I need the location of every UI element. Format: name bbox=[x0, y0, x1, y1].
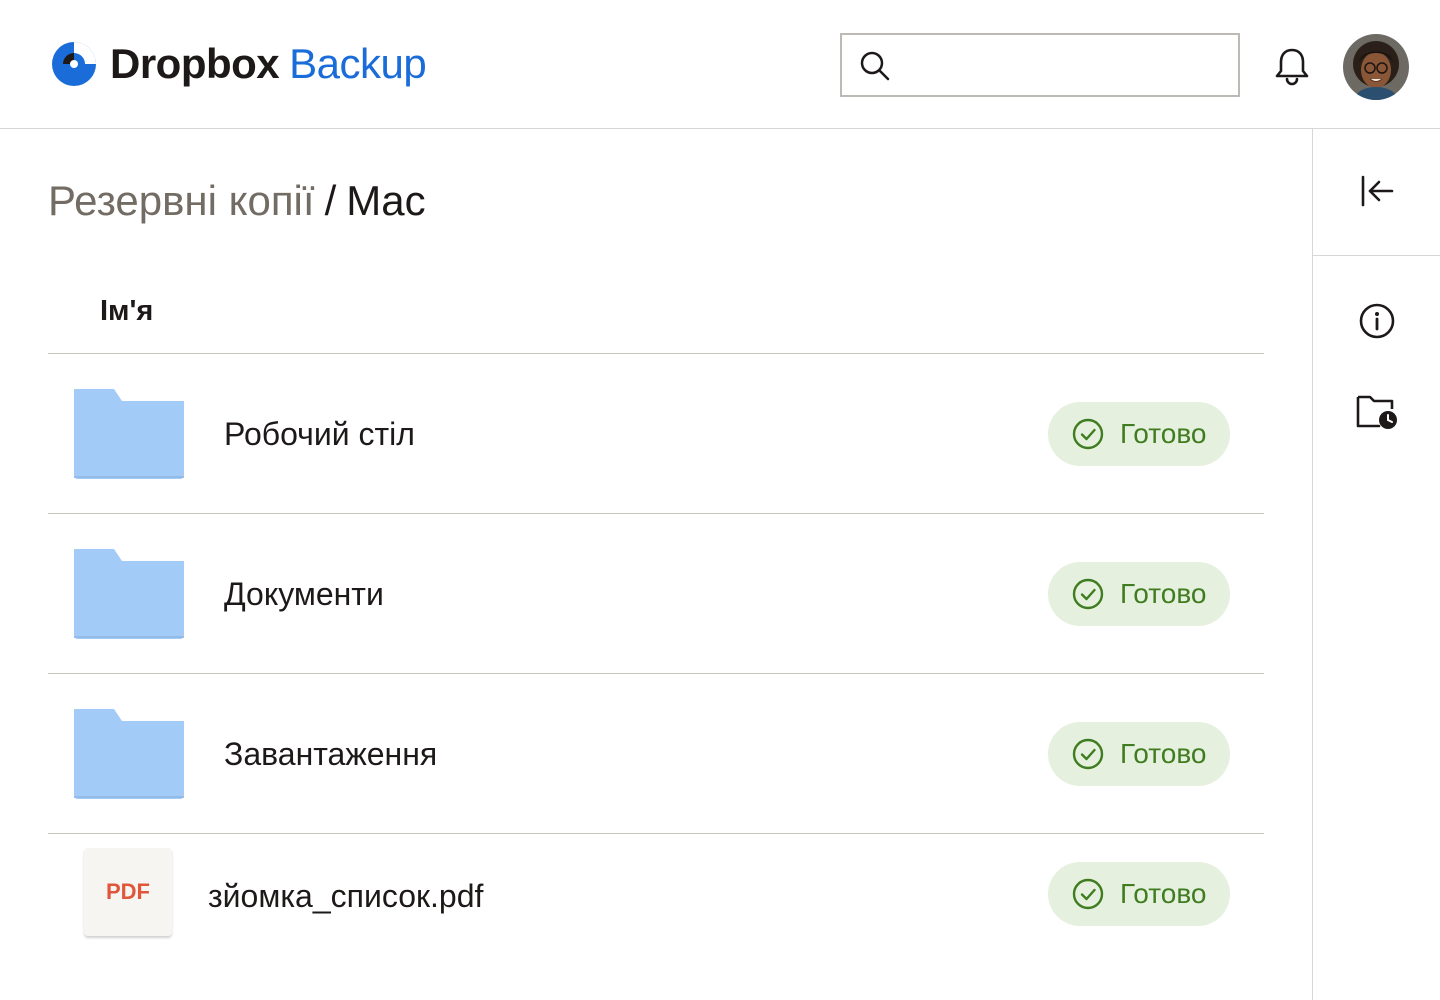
user-avatar[interactable] bbox=[1343, 34, 1409, 100]
check-circle-icon bbox=[1072, 878, 1104, 910]
list-item[interactable]: Документи Готово bbox=[48, 513, 1264, 673]
status-label: Готово bbox=[1120, 418, 1207, 449]
pdf-file-icon: PDF bbox=[84, 848, 172, 936]
list-item[interactable]: Завантаження Готово bbox=[48, 673, 1264, 833]
file-list: Робочий стіл Готово Документи Готово Зав… bbox=[48, 353, 1264, 993]
item-name[interactable]: Робочий стіл bbox=[224, 414, 415, 454]
status-badge: Готово bbox=[1048, 402, 1230, 466]
status-badge: Готово bbox=[1048, 562, 1230, 626]
folder-icon bbox=[74, 389, 184, 479]
logo-wordmark: Dropbox Backup bbox=[110, 40, 427, 88]
side-panel bbox=[1312, 129, 1440, 1000]
brand-name: Dropbox bbox=[110, 40, 280, 87]
check-circle-icon bbox=[1072, 418, 1104, 450]
status-label: Готово bbox=[1120, 738, 1207, 769]
list-item[interactable]: PDF зйомка_список.pdf Готово bbox=[48, 833, 1264, 993]
dropbox-logo-icon bbox=[52, 42, 96, 86]
side-panel-divider bbox=[1313, 255, 1440, 256]
pdf-badge-label: PDF bbox=[106, 879, 150, 904]
breadcrumb-current: Mac bbox=[346, 177, 426, 224]
folder-icon bbox=[74, 709, 184, 799]
item-name[interactable]: Завантаження bbox=[224, 734, 437, 774]
top-bar: Dropbox Backup bbox=[0, 0, 1440, 129]
check-circle-icon bbox=[1072, 578, 1104, 610]
item-name[interactable]: зйомка_список.pdf bbox=[208, 876, 483, 916]
search-box[interactable] bbox=[840, 33, 1240, 97]
status-badge: Готово bbox=[1048, 862, 1230, 926]
breadcrumb-separator: / bbox=[324, 177, 337, 224]
collapse-panel-icon[interactable] bbox=[1357, 171, 1397, 211]
check-circle-icon bbox=[1072, 738, 1104, 770]
item-name[interactable]: Документи bbox=[224, 574, 384, 614]
search-icon bbox=[860, 51, 890, 81]
status-label: Готово bbox=[1120, 878, 1207, 909]
folder-icon bbox=[74, 549, 184, 639]
breadcrumb: Резервні копії / Mac bbox=[48, 176, 426, 226]
folder-clock-icon[interactable] bbox=[1355, 391, 1399, 431]
avatar-image bbox=[1343, 34, 1409, 100]
bell-icon[interactable] bbox=[1270, 44, 1314, 88]
dropbox-backup-logo[interactable]: Dropbox Backup bbox=[50, 40, 427, 88]
info-icon[interactable] bbox=[1357, 301, 1397, 341]
column-header-name[interactable]: Ім'я bbox=[100, 295, 153, 328]
list-item[interactable]: Робочий стіл Готово bbox=[48, 353, 1264, 513]
search-input[interactable] bbox=[904, 45, 1224, 85]
status-label: Готово bbox=[1120, 578, 1207, 609]
status-badge: Готово bbox=[1048, 722, 1230, 786]
breadcrumb-parent-link[interactable]: Резервні копії bbox=[48, 177, 315, 224]
brand-product: Backup bbox=[289, 40, 427, 87]
